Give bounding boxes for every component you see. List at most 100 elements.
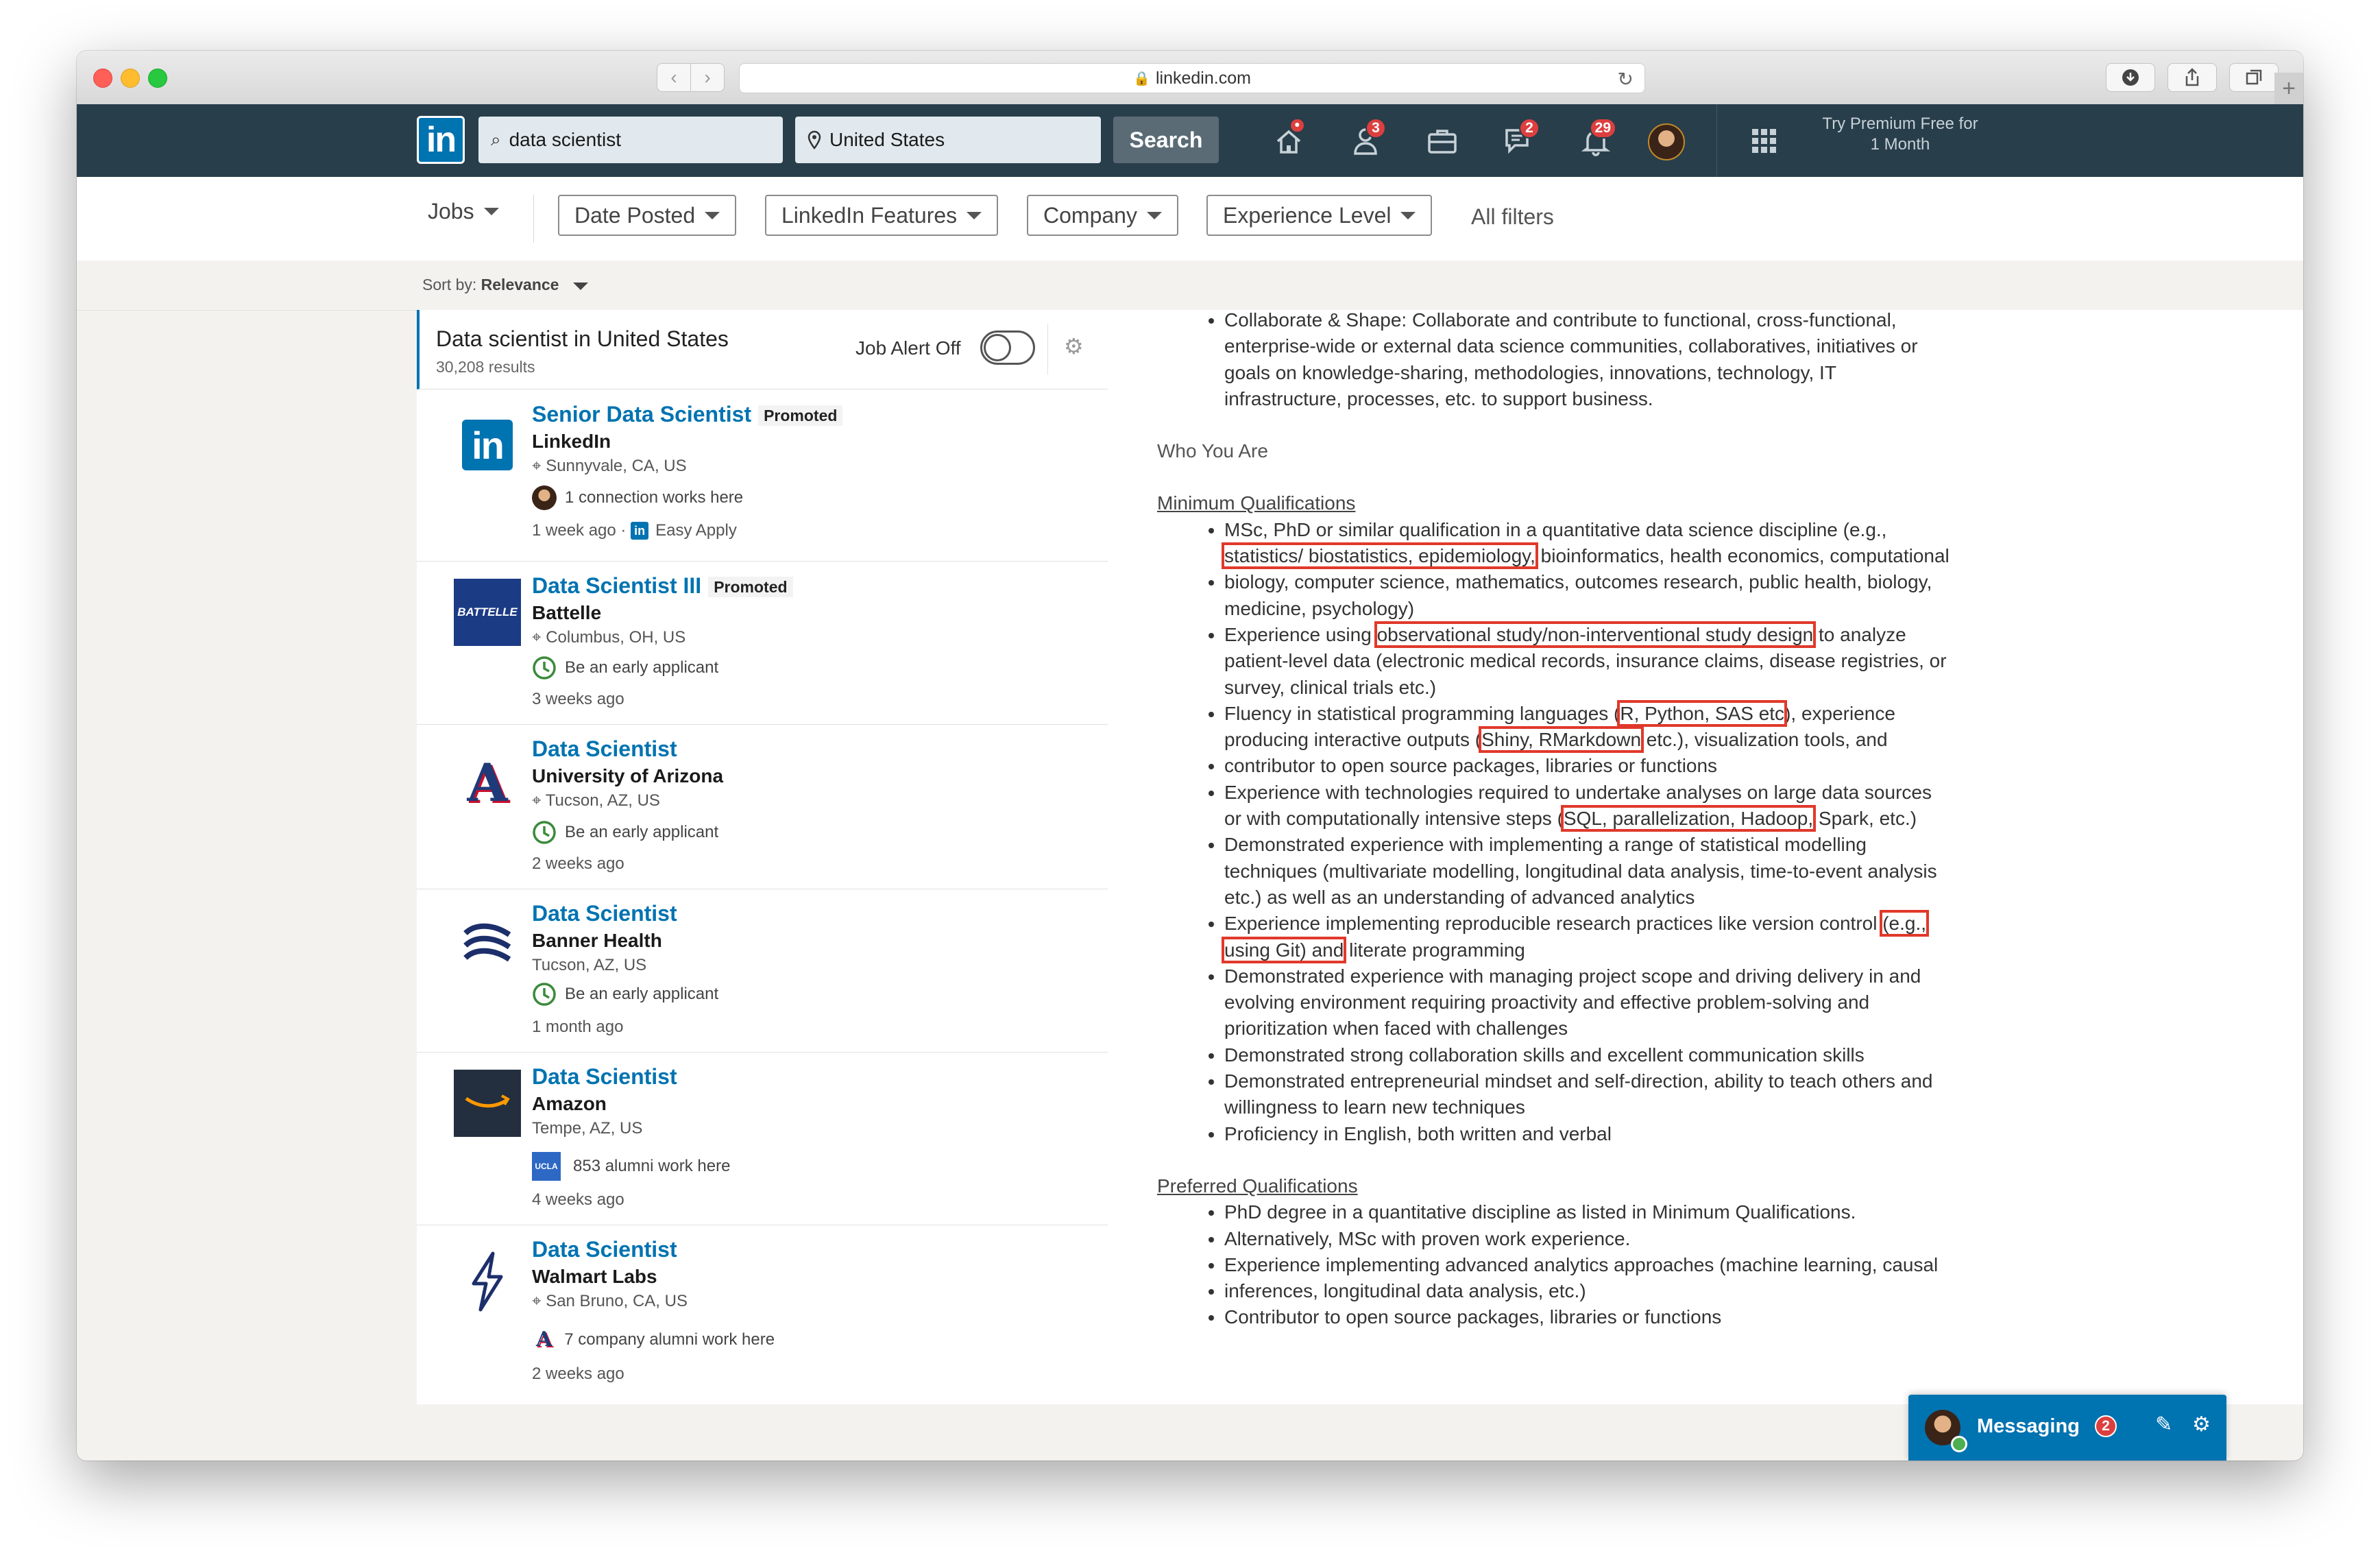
qualification-item: Experience implementing reproducible res…	[1221, 910, 1951, 963]
company-name[interactable]: Battelle	[532, 602, 601, 624]
job-title-link[interactable]: Senior Data Scientist Promoted	[532, 402, 843, 427]
reload-icon[interactable]: ↻	[1618, 68, 1634, 91]
nav-jobs[interactable]	[1422, 122, 1463, 160]
sort-dropdown[interactable]: Sort by: Relevance	[422, 276, 588, 294]
location-pin-icon: ⌖	[532, 791, 546, 810]
qualification-item: Alternatively, MSc with proven work expe…	[1224, 1226, 1951, 1252]
job-insight: UCLA 853 alumni work here	[532, 1152, 730, 1181]
posted-time: 1 month ago	[532, 1018, 624, 1036]
url-text: linkedin.com	[1155, 68, 1251, 88]
address-bar[interactable]: 🔒 linkedin.com ↻	[739, 63, 1645, 93]
qualification-text: Fluency in statistical programming langu…	[1224, 702, 1620, 724]
results-count: 30,208 results	[436, 358, 535, 376]
profile-avatar[interactable]	[1648, 123, 1685, 160]
nav-my-network[interactable]: 3	[1345, 118, 1386, 160]
results-title: Data scientist in United States	[436, 326, 729, 351]
gear-icon[interactable]: ⚙	[1064, 333, 1084, 359]
job-results-list: Data scientist in United States 30,208 r…	[417, 310, 1108, 1404]
results-header: Data scientist in United States 30,208 r…	[417, 310, 1108, 389]
posted-time: 4 weeks ago	[532, 1190, 624, 1209]
clock-icon	[533, 983, 556, 1006]
who-you-are-heading: Who You Are	[1157, 440, 1268, 462]
job-card[interactable]: Data Scientist Walmart Labs ⌖ San Bruno,…	[417, 1225, 1108, 1404]
forward-button[interactable]: ›	[691, 63, 725, 92]
company-name[interactable]: Amazon	[532, 1093, 607, 1115]
online-status-dot	[1951, 1436, 1967, 1452]
job-card[interactable]: in Senior Data Scientist Promoted LinkedI…	[417, 389, 1108, 562]
nav-messaging[interactable]: 2	[1498, 118, 1540, 160]
separator-dot: ·	[616, 521, 631, 540]
zoom-window-button[interactable]	[148, 69, 167, 88]
promoted-badge: Promoted	[758, 405, 843, 426]
ucla-school-logo: UCLA	[532, 1152, 561, 1181]
job-title-link[interactable]: Data Scientist	[532, 736, 677, 762]
company-logo-text: BATTELLE	[454, 579, 521, 646]
try-premium-link[interactable]: Try Premium Free for 1 Month	[1818, 114, 1982, 155]
all-filters-button[interactable]: All filters	[1471, 204, 1554, 230]
share-button[interactable]	[2168, 63, 2217, 92]
tabs-overview-button[interactable]	[2229, 63, 2279, 92]
job-card[interactable]: BATTELLE Data Scientist III Promoted Batt…	[417, 561, 1108, 725]
nav-notifications[interactable]: 29	[1575, 118, 1616, 160]
job-insight: 1 connection works here	[532, 485, 743, 510]
compose-icon[interactable]: ✎	[2155, 1413, 2172, 1437]
minimize-window-button[interactable]	[121, 69, 140, 88]
linkedin-features-label: LinkedIn Features	[781, 202, 958, 228]
date-posted-filter[interactable]: Date Posted	[558, 195, 737, 236]
lock-icon: 🔒	[1133, 71, 1150, 86]
gear-icon[interactable]: ⚙	[2192, 1413, 2211, 1437]
insight-text: 7 company alumni work here	[564, 1330, 775, 1349]
company-name[interactable]: Walmart Labs	[532, 1266, 657, 1288]
work-menu[interactable]	[1744, 122, 1785, 160]
company-filter[interactable]: Company	[1027, 195, 1178, 236]
preferred-qualifications-list: PhD degree in a quantitative discipline …	[1156, 1199, 1951, 1330]
search-vertical-dropdown[interactable]: Jobs	[428, 199, 499, 224]
downloads-button[interactable]	[2106, 63, 2155, 92]
messaging-overlay-bar[interactable]: Messaging 2 ✎ ⚙	[1908, 1395, 2226, 1461]
posted-time: 2 weeks ago	[532, 1365, 624, 1383]
search-button[interactable]: Search	[1113, 117, 1219, 163]
company-name[interactable]: University of Arizona	[532, 765, 723, 787]
job-insight: Be an early applicant	[532, 982, 718, 1007]
messaging-label: Messaging	[1977, 1415, 2080, 1437]
qualification-item: Demonstrated strong collaboration skills…	[1224, 1042, 1951, 1068]
job-card[interactable]: Data Scientist Amazon Tempe, AZ, US UCLA…	[417, 1052, 1108, 1225]
job-meta: 3 weeks ago	[532, 690, 624, 709]
job-card[interactable]: A Data Scientist University of Arizona ⌖…	[417, 724, 1108, 889]
search-filter-bar: Jobs Date Posted LinkedIn Features Compa…	[77, 177, 2303, 261]
company-name[interactable]: LinkedIn	[532, 431, 611, 453]
messaging-badge: 2	[1519, 118, 1540, 139]
keyword-search-input[interactable]: ⌕ data scientist	[478, 117, 783, 163]
linkedin-logo[interactable]: in	[417, 116, 465, 164]
job-meta: 2 weeks ago	[532, 1365, 624, 1384]
job-meta: 2 weeks ago	[532, 854, 624, 874]
job-title-link[interactable]: Data Scientist	[532, 1237, 677, 1262]
qualification-item: Experience implementing advanced analyti…	[1224, 1252, 1951, 1278]
back-button[interactable]: ‹	[657, 63, 691, 92]
highlighted-phrase: R, Python, SAS etc	[1617, 699, 1788, 727]
linkedin-features-filter[interactable]: LinkedIn Features	[765, 195, 999, 236]
new-tab-button[interactable]: +	[2274, 73, 2303, 104]
sort-bar: Sort by: Relevance	[77, 261, 2303, 311]
job-card[interactable]: Data Scientist Banner Health Tucson, AZ,…	[417, 889, 1108, 1053]
job-alert-toggle[interactable]	[980, 331, 1035, 365]
share-icon	[2185, 68, 2199, 86]
job-location: ⌖ Sunnyvale, CA, US	[532, 457, 687, 476]
university-of-arizona-logo: A	[454, 749, 521, 816]
job-insight: Be an early applicant	[532, 656, 718, 680]
job-location: ⌖ San Bruno, CA, US	[532, 1292, 688, 1311]
job-title-link[interactable]: Data Scientist III Promoted	[532, 573, 793, 599]
company-name[interactable]: Banner Health	[532, 930, 662, 952]
close-window-button[interactable]	[93, 69, 112, 88]
nav-home[interactable]: •	[1268, 117, 1309, 160]
job-title: Data Scientist	[532, 901, 677, 926]
tabs-icon	[2246, 69, 2262, 85]
job-title-link[interactable]: Data Scientist	[532, 901, 677, 926]
job-title-link[interactable]: Data Scientist	[532, 1064, 677, 1090]
experience-level-filter[interactable]: Experience Level	[1206, 195, 1433, 236]
location-search-input[interactable]: United States	[795, 117, 1101, 163]
job-location: Tucson, AZ, US	[532, 956, 646, 975]
job-description-pane: Collaborate & Shape: Collaborate and con…	[1108, 310, 2303, 1404]
job-location: ⌖ Columbus, OH, US	[532, 628, 685, 647]
